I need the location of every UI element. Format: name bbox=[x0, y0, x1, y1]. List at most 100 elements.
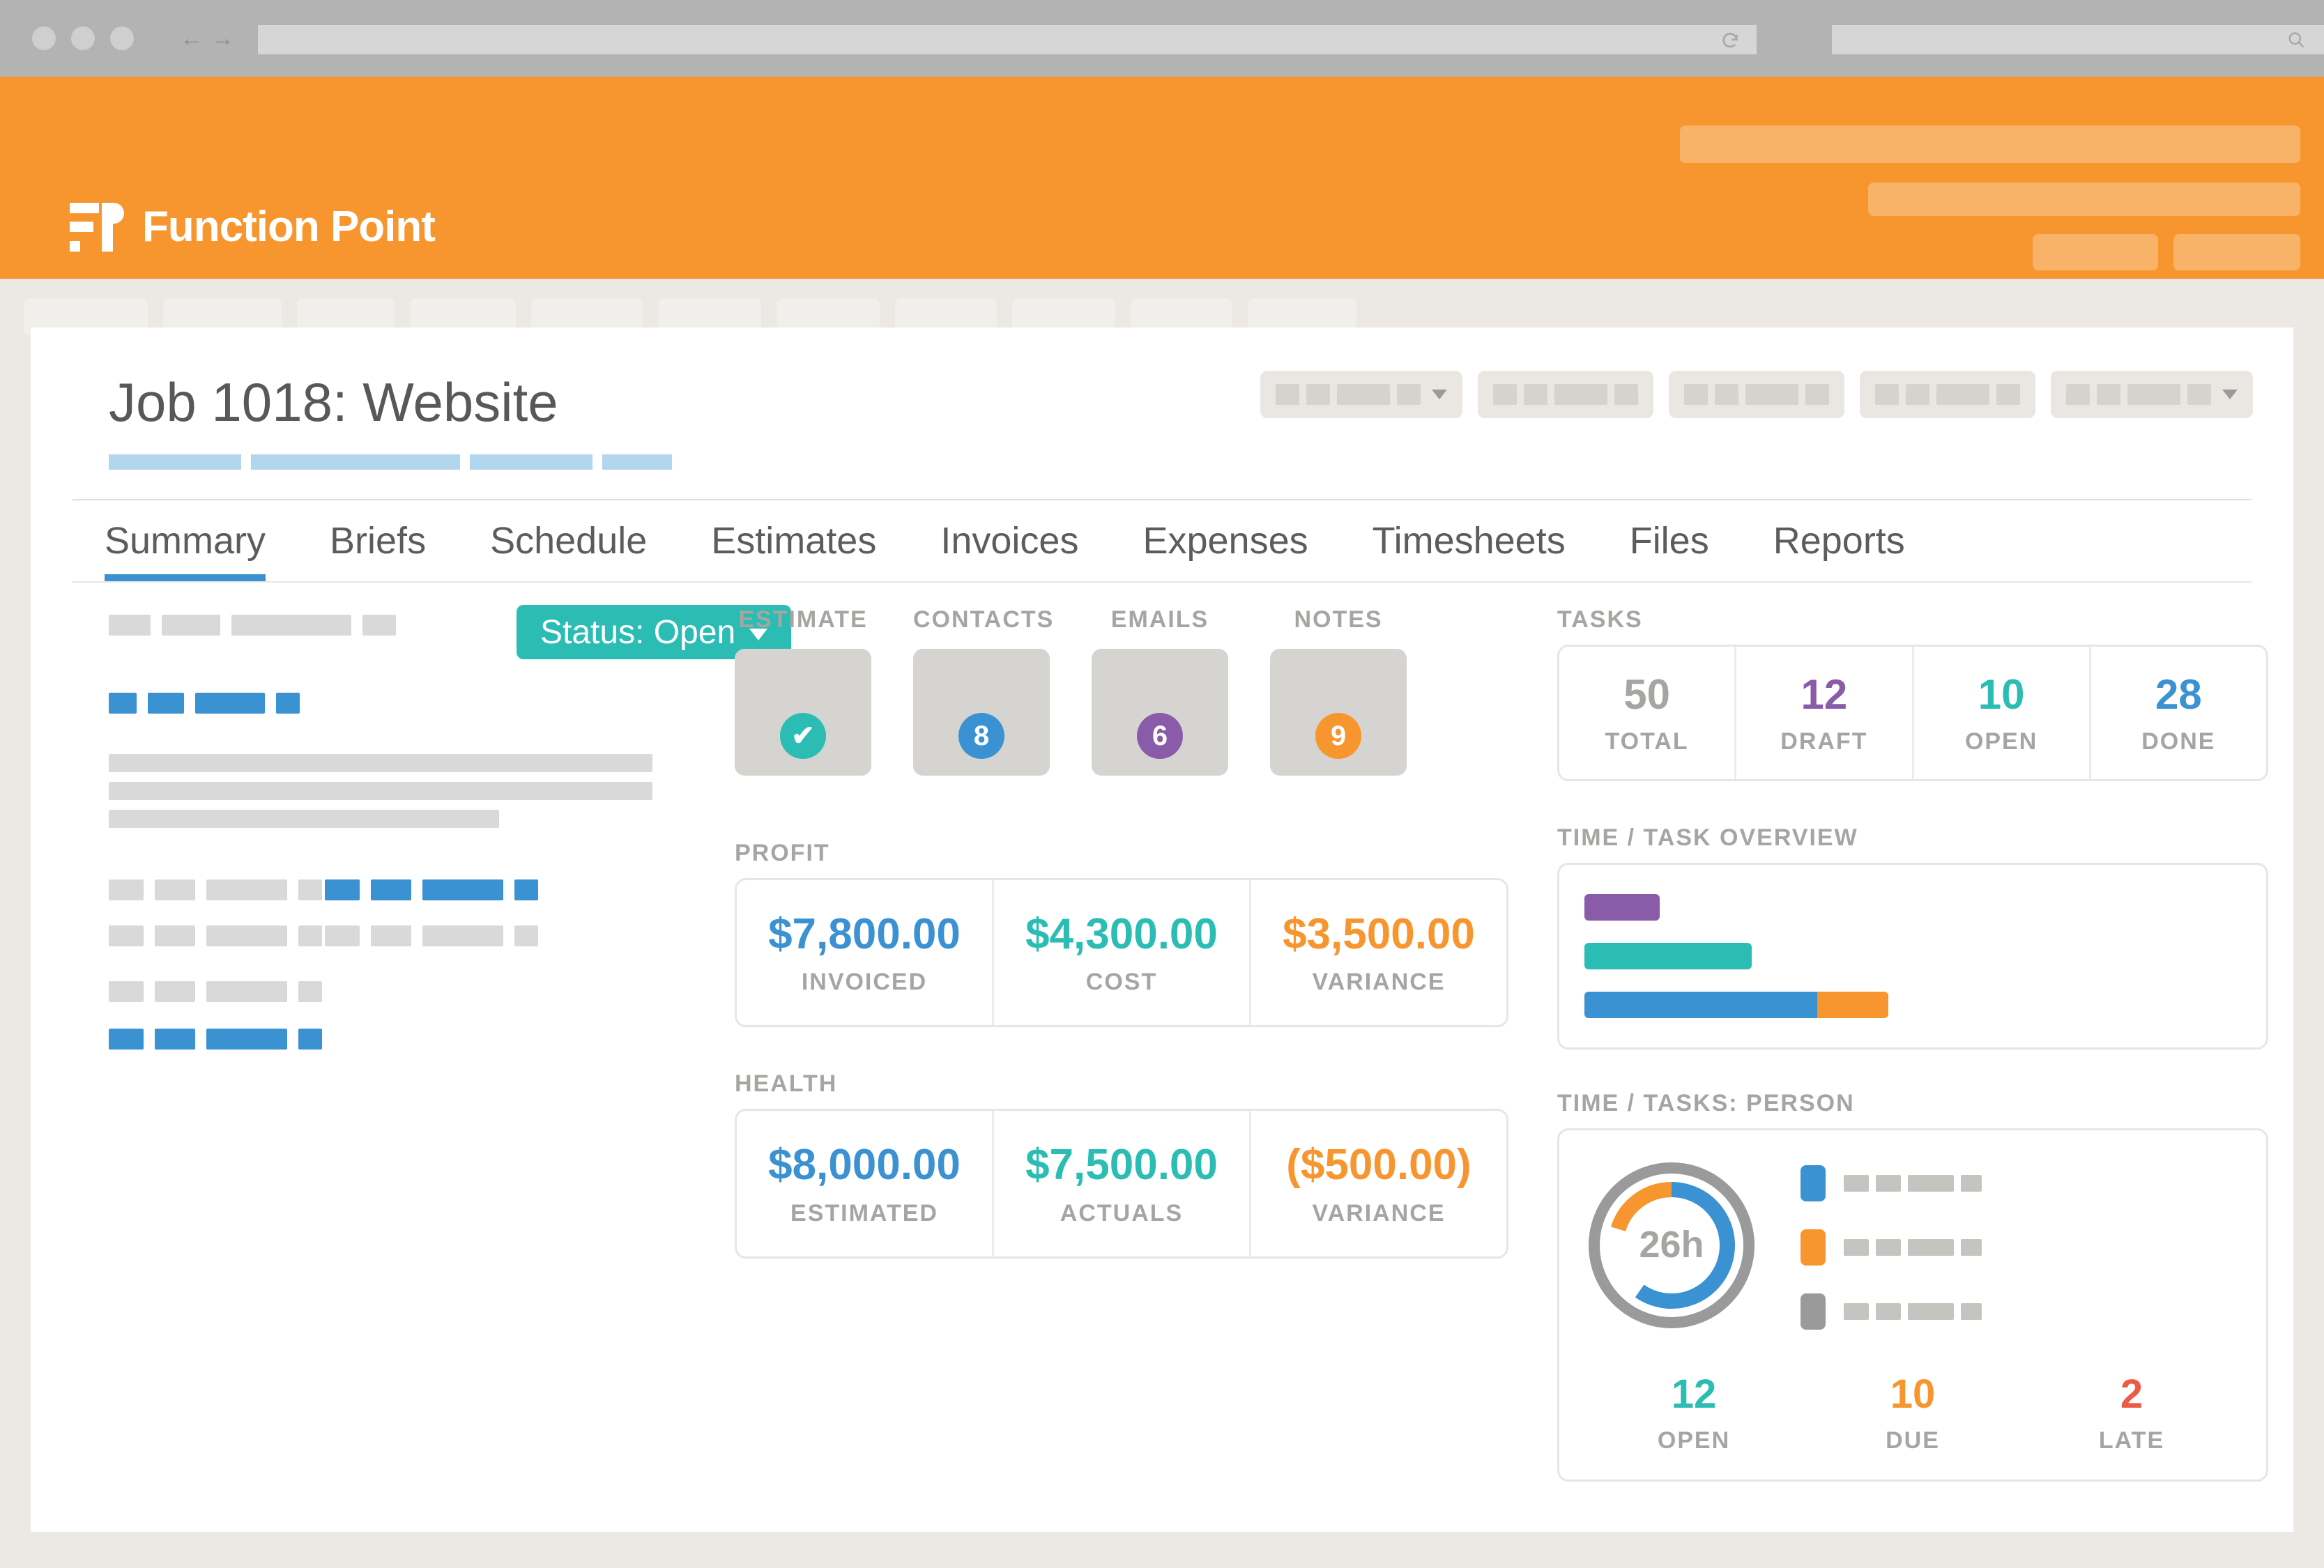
placeholder-segment-3 bbox=[422, 879, 503, 900]
stat-tile-box[interactable]: 6 bbox=[1092, 649, 1228, 776]
job-button-4[interactable] bbox=[1860, 371, 2035, 418]
left-placeholder-row-9 bbox=[109, 1029, 322, 1050]
stat-tile-box[interactable]: 9 bbox=[1270, 649, 1407, 776]
emails-tile[interactable]: EMAILS6 bbox=[1092, 606, 1228, 776]
stat-tile-box[interactable]: 8 bbox=[913, 649, 1050, 776]
person-stat-value: 12 bbox=[1584, 1371, 1803, 1417]
tab-bar[interactable]: Summary Briefs Schedule EstimatesInvoicesEx… bbox=[72, 499, 2252, 583]
metric-cell: 50TOTAL bbox=[1559, 647, 1734, 779]
legend-label-placeholder bbox=[1844, 1175, 1982, 1192]
tab-active-underline bbox=[105, 574, 266, 581]
tab-briefs[interactable]: Briefs bbox=[298, 500, 458, 581]
chevron-down-icon bbox=[2222, 390, 2238, 399]
function-point-logo-icon bbox=[70, 203, 124, 252]
metric-cell: $7,500.00ACTUALS bbox=[992, 1111, 1249, 1256]
legend-row-1 bbox=[1801, 1165, 1982, 1201]
stat-tile-badge: 9 bbox=[1315, 713, 1361, 759]
tab-invoices[interactable]: Invoices bbox=[908, 500, 1110, 581]
tab-expenses[interactable]: Expenses bbox=[1110, 500, 1340, 581]
split-bar-segment-1 bbox=[1584, 992, 1817, 1018]
tab-estimates[interactable]: Estimates bbox=[679, 500, 908, 581]
app-header-block-3[interactable] bbox=[2033, 234, 2158, 270]
button-segment-1 bbox=[1276, 384, 1299, 405]
time-tasks-person-section: TIME / TASKS: PERSON 26h 12OPEN10DUE2LAT… bbox=[1557, 1090, 2268, 1482]
placeholder-segment-4 bbox=[362, 615, 396, 636]
person-stat: 12 OPEN bbox=[1584, 1371, 1803, 1454]
metric-label: VARIANCE bbox=[1251, 1200, 1506, 1227]
person-stat-label: LATE bbox=[2022, 1427, 2241, 1454]
legend-label-placeholder bbox=[1844, 1303, 1982, 1320]
browser-nav-arrows[interactable]: ← → bbox=[180, 31, 234, 46]
url-input[interactable] bbox=[258, 25, 1757, 54]
placeholder-segment-1 bbox=[325, 879, 360, 900]
forward-arrow-icon[interactable]: → bbox=[211, 31, 234, 46]
tab-summary[interactable]: Summary bbox=[72, 500, 298, 581]
button-segment-4 bbox=[1614, 384, 1638, 405]
job-button-2[interactable] bbox=[1478, 371, 1653, 418]
metric-value: ($500.00) bbox=[1251, 1140, 1506, 1190]
notes-tile[interactable]: NOTES9 bbox=[1270, 606, 1407, 776]
tab-files[interactable]: Files bbox=[1598, 500, 1741, 581]
metric-label: VARIANCE bbox=[1251, 969, 1506, 996]
tab-timesheets[interactable]: Timesheets bbox=[1340, 500, 1598, 581]
button-segment-1 bbox=[2066, 384, 2090, 405]
left-placeholder-row-2 bbox=[109, 693, 300, 714]
button-segment-4 bbox=[1805, 384, 1829, 405]
button-segment-2 bbox=[1524, 384, 1547, 405]
stat-tile-box[interactable]: ✔ bbox=[735, 649, 871, 776]
left-placeholder-row-3 bbox=[109, 754, 652, 772]
brand-logo[interactable]: Function Point bbox=[70, 202, 435, 252]
legend-label-placeholder bbox=[1844, 1239, 1982, 1256]
stat-tiles[interactable]: ESTIMATE✔ CONTACTS 8 EMAILS6 NOTES9 bbox=[735, 606, 1508, 776]
stat-tile-label: CONTACTS bbox=[913, 606, 1050, 633]
reload-icon[interactable] bbox=[1720, 31, 1740, 50]
metric-cell: 28DONE bbox=[2089, 647, 2266, 779]
placeholder-segment-4 bbox=[298, 981, 322, 1002]
main-content-card: Job 1018: Website SummaryBriefsScheduleE… bbox=[31, 328, 2293, 1532]
donut-center-label: 26h bbox=[1639, 1224, 1704, 1266]
split-bar bbox=[1584, 992, 1888, 1018]
tab-label: Summary bbox=[105, 519, 266, 562]
tab-label: Reports bbox=[1773, 519, 1905, 562]
tab-reports[interactable]: Reports bbox=[1741, 500, 1937, 581]
placeholder-segment-3 bbox=[422, 925, 503, 946]
app-header-block-4[interactable] bbox=[2173, 234, 2300, 270]
button-segment-4 bbox=[1397, 384, 1421, 405]
left-placeholder-row-1 bbox=[109, 615, 396, 636]
chevron-down-icon bbox=[1432, 390, 1447, 399]
tab-schedule[interactable]: Schedule bbox=[458, 500, 679, 581]
placeholder-segment-1 bbox=[109, 693, 137, 714]
placeholder-segment-2 bbox=[148, 693, 184, 714]
time-tasks-person-label: TIME / TASKS: PERSON bbox=[1557, 1090, 2268, 1117]
app-header-block-1[interactable] bbox=[1680, 125, 2300, 163]
search-input[interactable] bbox=[1832, 25, 2324, 54]
left-placeholder-row-5 bbox=[109, 810, 499, 828]
person-stat-label: OPEN bbox=[1584, 1427, 1803, 1454]
placeholder-segment-4 bbox=[298, 1029, 322, 1050]
placeholder-segment-1 bbox=[325, 925, 360, 946]
job-dropdown-1[interactable] bbox=[1260, 371, 1462, 418]
time-task-overview-section: TIME / TASK OVERVIEW bbox=[1557, 824, 2268, 1050]
window-maximize-dot[interactable] bbox=[110, 26, 134, 50]
button-segment-3 bbox=[1936, 384, 1989, 405]
estimate-tile[interactable]: ESTIMATE✔ bbox=[735, 606, 871, 776]
page-subtitle-bar-4 bbox=[602, 454, 672, 470]
placeholder-bar bbox=[109, 782, 652, 800]
split-bar-segment-2 bbox=[1817, 992, 1888, 1018]
window-controls[interactable] bbox=[32, 26, 134, 50]
purple-bar bbox=[1584, 894, 1660, 921]
job-button-3[interactable] bbox=[1669, 371, 1844, 418]
contacts-tile[interactable]: CONTACTS 8 bbox=[913, 606, 1050, 776]
page-header-buttons[interactable] bbox=[1260, 371, 2253, 418]
app-header-block-2[interactable] bbox=[1868, 183, 2300, 216]
window-close-dot[interactable] bbox=[32, 26, 56, 50]
button-segment-3 bbox=[1554, 384, 1607, 405]
tab-label: Schedule bbox=[490, 519, 647, 562]
placeholder-segment-3 bbox=[231, 615, 351, 636]
job-dropdown-5[interactable] bbox=[2051, 371, 2253, 418]
legend-row-3 bbox=[1801, 1293, 1982, 1330]
back-arrow-icon[interactable]: ← bbox=[180, 31, 204, 46]
placeholder-segment-4 bbox=[298, 925, 322, 946]
placeholder-segment-2 bbox=[162, 615, 220, 636]
window-minimize-dot[interactable] bbox=[71, 26, 95, 50]
